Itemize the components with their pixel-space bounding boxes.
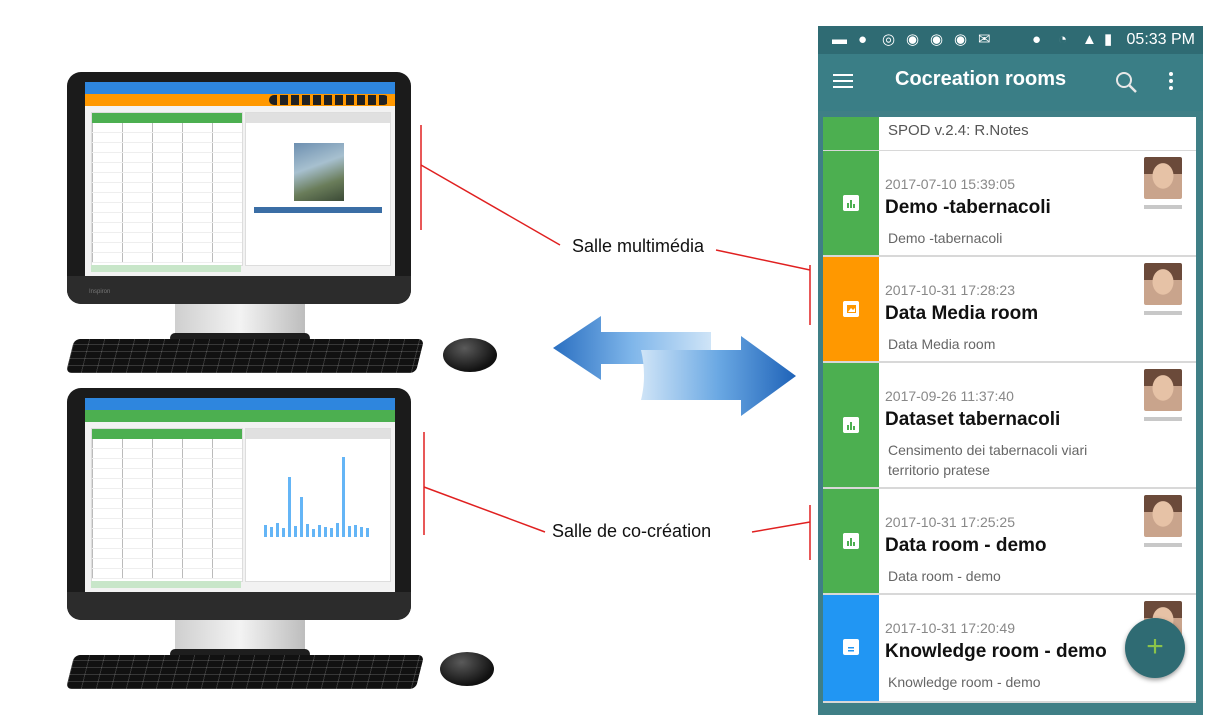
room-title: Data room - demo — [885, 535, 1047, 556]
room-type-strip — [823, 151, 879, 255]
chart-icon — [843, 195, 859, 211]
mail-icon: ✉ — [978, 31, 991, 48]
app-bar: Cocreation rooms — [818, 54, 1203, 111]
battery-icon: ▮ — [1104, 31, 1113, 48]
room-card[interactable]: 2017-09-26 11:37:40 Dataset tabernacoli … — [823, 363, 1196, 489]
room-card[interactable]: 2017-10-31 17:28:23 Data Media room Data… — [823, 257, 1196, 363]
room-list: SPOD v.2.4: R.Notes 2017-07-10 15:39:05 … — [818, 111, 1203, 715]
room-type-strip — [823, 595, 879, 701]
room-date: 2017-10-31 17:20:49 — [885, 620, 1015, 636]
chat-icon: ● — [858, 31, 868, 48]
room-card[interactable]: 2017-10-31 17:25:25 Data room - demo Dat… — [823, 489, 1196, 595]
pinterest-icon: ◉ — [930, 31, 944, 48]
room-title: Demo -tabernacoli — [885, 197, 1051, 218]
avatar — [1144, 157, 1182, 199]
search-icon[interactable] — [1114, 70, 1138, 94]
image-icon — [843, 301, 859, 317]
avatar-caption — [1144, 205, 1182, 209]
avatar-caption — [1144, 543, 1182, 547]
room-date: 2017-09-26 11:37:40 — [885, 388, 1014, 404]
more-vert-icon[interactable] — [1168, 72, 1174, 92]
room-title: SPOD v.2.4: R.Notes — [888, 122, 1029, 139]
chart-icon — [843, 533, 859, 549]
wifi-icon: ◔ — [1058, 31, 1068, 48]
status-time: 05:33 PM — [1126, 31, 1195, 48]
pinterest-icon: ◉ — [954, 31, 968, 48]
location-icon: ● — [1032, 31, 1042, 48]
messenger-icon: ▬ — [832, 31, 847, 48]
document-icon — [843, 639, 859, 655]
room-description: Data room - demo — [888, 568, 1001, 584]
status-bar: ▬ ● ◎ ◉ ◉ ◉ ✉ ● ◔ ▲ ▮ 05:33 PM — [818, 26, 1203, 54]
room-date: 2017-10-31 17:28:23 — [885, 282, 1015, 298]
room-title: Data Media room — [885, 303, 1039, 324]
menu-icon[interactable] — [833, 74, 853, 89]
avatar — [1144, 495, 1182, 537]
room-type-strip — [823, 117, 879, 150]
avatar-caption — [1144, 311, 1182, 315]
avatar — [1144, 263, 1182, 305]
app-title: Cocreation rooms — [895, 68, 1067, 90]
room-title: Knowledge room - demo — [885, 641, 1107, 662]
room-card[interactable]: SPOD v.2.4: R.Notes — [823, 117, 1196, 152]
sync-icon: ◎ — [882, 31, 896, 48]
sync-double-arrow — [553, 316, 796, 416]
room-date: 2017-07-10 15:39:05 — [885, 176, 1015, 192]
room-description: Demo -tabernacoli — [888, 230, 1003, 246]
room-description: Knowledge room - demo — [888, 674, 1041, 690]
pinterest-icon: ◉ — [906, 31, 920, 48]
label-salle-cocreation: Salle de co-création — [550, 521, 714, 542]
label-salle-multimedia: Salle multimédia — [570, 236, 707, 257]
avatar-caption — [1144, 417, 1182, 421]
room-title: Dataset tabernacoli — [885, 409, 1061, 430]
room-date: 2017-10-31 17:25:25 — [885, 514, 1015, 530]
room-description: Censimento dei tabernacoli viari territo… — [888, 442, 1088, 478]
signal-icon: ▲ — [1082, 31, 1097, 48]
room-card[interactable]: 2017-07-10 15:39:05 Demo -tabernacoli De… — [823, 151, 1196, 257]
room-type-strip — [823, 257, 879, 361]
phone-screen: ▬ ● ◎ ◉ ◉ ◉ ✉ ● ◔ ▲ ▮ 05:33 PM Cocreatio… — [818, 26, 1203, 715]
room-description: Data Media room — [888, 336, 996, 352]
chart-icon — [843, 417, 859, 433]
avatar — [1144, 369, 1182, 411]
add-room-button[interactable]: + — [1125, 618, 1185, 678]
room-type-strip — [823, 489, 879, 593]
room-type-strip — [823, 363, 879, 487]
